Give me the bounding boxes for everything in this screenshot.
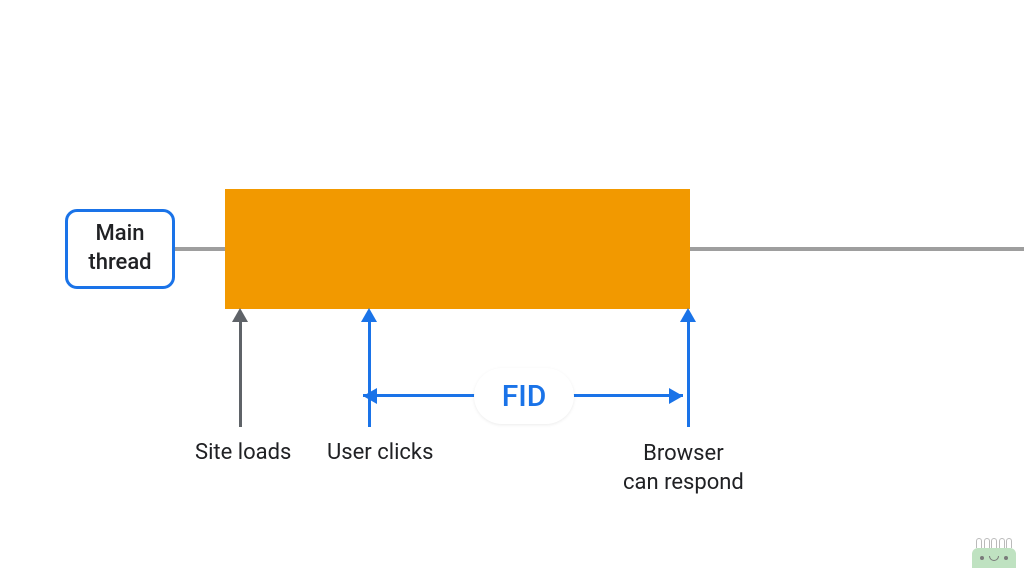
arrowhead-up-icon <box>232 308 248 322</box>
arrow-stem <box>239 322 242 427</box>
arrowhead-up-icon <box>361 308 377 322</box>
arrowhead-left-icon <box>363 388 377 404</box>
fid-badge: FID <box>474 368 574 424</box>
arrow-stem <box>687 322 690 427</box>
arrow-browser-respond <box>680 308 696 427</box>
label-browser-respond: Browsercan respond <box>623 440 744 497</box>
main-thread-box: Main thread <box>65 209 175 289</box>
fid-badge-label: FID <box>502 379 547 414</box>
main-thread-label: Main thread <box>68 220 172 277</box>
android-logo-icon <box>972 538 1016 568</box>
task-block <box>225 189 690 309</box>
label-site-loads: Site loads <box>195 440 291 465</box>
arrow-site-loads <box>232 308 248 427</box>
arrow-stem <box>368 322 371 427</box>
label-user-clicks: User clicks <box>327 440 433 465</box>
fid-diagram: Main thread FID Site loads User clicks B… <box>0 0 1024 572</box>
arrowhead-right-icon <box>669 388 683 404</box>
arrow-user-clicks <box>361 308 377 427</box>
arrowhead-up-icon <box>680 308 696 322</box>
